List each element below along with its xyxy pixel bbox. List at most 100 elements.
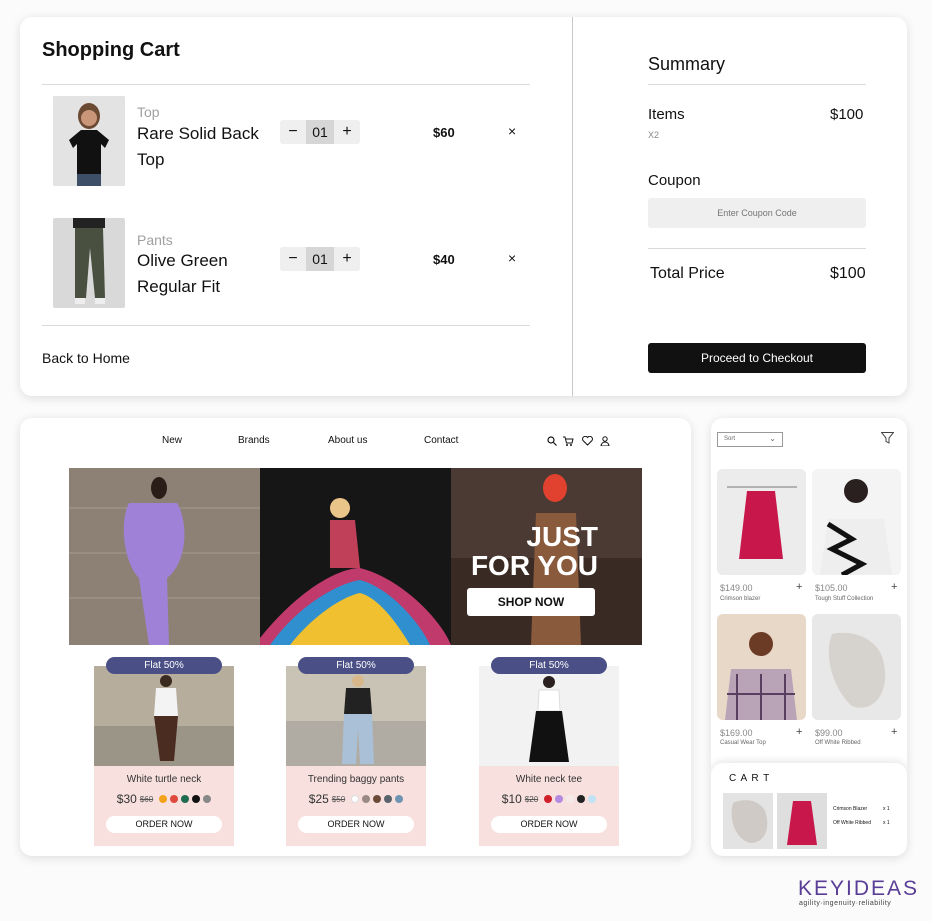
discount-badge: Flat 50% bbox=[106, 657, 222, 674]
product-card[interactable]: Flat 50% White neck tee $10 $20 ORDER NO… bbox=[479, 657, 619, 846]
price: $25 bbox=[308, 792, 329, 806]
item-price: $40 bbox=[433, 252, 455, 267]
color-swatch[interactable] bbox=[159, 795, 168, 803]
product-card[interactable]: Flat 50% Trending baggy pants $25 $50 OR… bbox=[286, 657, 426, 846]
mobile-product-price: $99.00 bbox=[815, 728, 843, 738]
quantity-stepper[interactable]: − 01 + bbox=[280, 247, 360, 271]
quantity-value[interactable]: 01 bbox=[306, 120, 334, 144]
cart-item-qty: x 1 bbox=[883, 820, 890, 826]
divider bbox=[42, 325, 530, 326]
summary-title: Summary bbox=[648, 54, 726, 74]
color-swatch[interactable] bbox=[555, 795, 564, 803]
color-swatch[interactable] bbox=[192, 795, 201, 803]
divider bbox=[42, 84, 530, 85]
heart-icon[interactable] bbox=[582, 436, 593, 446]
color-swatch[interactable] bbox=[588, 795, 597, 803]
sort-label: Sort bbox=[724, 436, 736, 442]
minus-button[interactable]: − bbox=[280, 250, 306, 268]
cart-item-name: Off White Ribbed bbox=[833, 820, 871, 826]
product-thumbnail-top[interactable] bbox=[53, 96, 125, 186]
discount-badge: Flat 50% bbox=[298, 657, 414, 674]
add-to-cart-plus-icon[interactable]: + bbox=[891, 726, 897, 738]
add-to-cart-plus-icon[interactable]: + bbox=[891, 581, 897, 593]
product-image[interactable] bbox=[286, 666, 426, 766]
color-swatch[interactable] bbox=[351, 795, 360, 803]
color-swatch[interactable] bbox=[373, 795, 382, 803]
price: $30 bbox=[116, 792, 137, 806]
order-now-button[interactable]: ORDER NOW bbox=[298, 816, 414, 833]
remove-item-button[interactable]: × bbox=[508, 250, 516, 266]
minus-button[interactable]: − bbox=[280, 123, 306, 141]
hero-image-striped-dress bbox=[260, 468, 451, 645]
plus-button[interactable]: + bbox=[334, 250, 360, 268]
product-image[interactable] bbox=[94, 666, 234, 766]
vertical-divider bbox=[572, 17, 573, 396]
mobile-cart-title: C A R T bbox=[729, 773, 771, 784]
product-thumbnail-pants[interactable] bbox=[53, 218, 125, 308]
items-total: $100 bbox=[830, 106, 864, 123]
sort-dropdown[interactable]: Sort ⌄ bbox=[717, 432, 783, 447]
total-price-value: $100 bbox=[830, 265, 866, 282]
order-now-button[interactable]: ORDER NOW bbox=[106, 816, 222, 833]
mobile-product-image[interactable] bbox=[812, 614, 901, 720]
order-now-button[interactable]: ORDER NOW bbox=[491, 816, 607, 833]
coupon-label: Coupon bbox=[648, 172, 701, 189]
chevron-down-icon: ⌄ bbox=[769, 434, 776, 443]
brand-tagline: agility·ingenuity·reliability bbox=[799, 900, 892, 907]
nav-about[interactable]: About us bbox=[328, 435, 367, 446]
product-image[interactable] bbox=[479, 666, 619, 766]
color-swatch[interactable] bbox=[577, 795, 586, 803]
color-swatch[interactable] bbox=[395, 795, 404, 803]
add-to-cart-plus-icon[interactable]: + bbox=[796, 581, 802, 593]
back-to-home-link[interactable]: Back to Home bbox=[42, 350, 130, 366]
discount-badge: Flat 50% bbox=[491, 657, 607, 674]
nav-new[interactable]: New bbox=[162, 435, 182, 446]
cart-item-name: Crimson Blazer bbox=[833, 806, 868, 812]
item-category: Pants bbox=[137, 232, 173, 248]
item-price: $60 bbox=[433, 125, 455, 140]
coupon-input[interactable] bbox=[648, 198, 866, 228]
mobile-product-image[interactable] bbox=[717, 614, 806, 720]
product-card[interactable]: Flat 50% White turtle neck $30 $60 ORDER… bbox=[94, 657, 234, 846]
add-to-cart-plus-icon[interactable]: + bbox=[796, 726, 802, 738]
color-swatch[interactable] bbox=[203, 795, 212, 803]
nav-contact[interactable]: Contact bbox=[424, 435, 458, 446]
search-icon[interactable] bbox=[547, 436, 557, 446]
product-price-row: $25 $50 bbox=[286, 792, 426, 806]
items-label: Items bbox=[648, 106, 685, 123]
filter-icon[interactable] bbox=[881, 432, 894, 444]
divider bbox=[648, 248, 866, 249]
hero-heading-line2: FOR YOU bbox=[470, 550, 598, 581]
mobile-product-image[interactable] bbox=[812, 469, 901, 575]
remove-item-button[interactable]: × bbox=[508, 123, 516, 139]
hero-heading-line1: JUST bbox=[526, 521, 598, 552]
shop-now-button[interactable]: SHOP NOW bbox=[467, 588, 595, 616]
plus-button[interactable]: + bbox=[334, 123, 360, 141]
mobile-product-name: Casual Wear Top bbox=[720, 740, 766, 746]
color-swatch[interactable] bbox=[566, 795, 575, 803]
quantity-value[interactable]: 01 bbox=[306, 247, 334, 271]
cart-icon[interactable] bbox=[563, 436, 574, 446]
color-swatch[interactable] bbox=[384, 795, 393, 803]
cart-item-thumbnail[interactable] bbox=[777, 793, 827, 849]
total-price-label: Total Price bbox=[650, 265, 725, 282]
items-count: X2 bbox=[648, 130, 660, 140]
hero-image-lilac-coat bbox=[69, 468, 260, 645]
product-price-row: $10 $20 bbox=[479, 792, 619, 806]
user-icon[interactable] bbox=[600, 436, 610, 446]
cart-title: Shopping Cart bbox=[42, 39, 180, 61]
color-swatch[interactable] bbox=[362, 795, 371, 803]
price: $10 bbox=[501, 792, 522, 806]
color-swatch[interactable] bbox=[170, 795, 179, 803]
color-swatch[interactable] bbox=[544, 795, 553, 803]
item-category: Top bbox=[137, 104, 160, 120]
mobile-product-image[interactable] bbox=[717, 469, 806, 575]
divider bbox=[648, 84, 866, 85]
cart-item-thumbnail[interactable] bbox=[723, 793, 773, 849]
color-swatch[interactable] bbox=[181, 795, 190, 803]
mobile-product-name: Tough Stuff Collection bbox=[815, 596, 874, 602]
item-name: Olive Green Regular Fit bbox=[137, 251, 228, 296]
nav-brands[interactable]: Brands bbox=[238, 435, 270, 446]
proceed-to-checkout-button[interactable]: Proceed to Checkout bbox=[648, 343, 866, 373]
quantity-stepper[interactable]: − 01 + bbox=[280, 120, 360, 144]
